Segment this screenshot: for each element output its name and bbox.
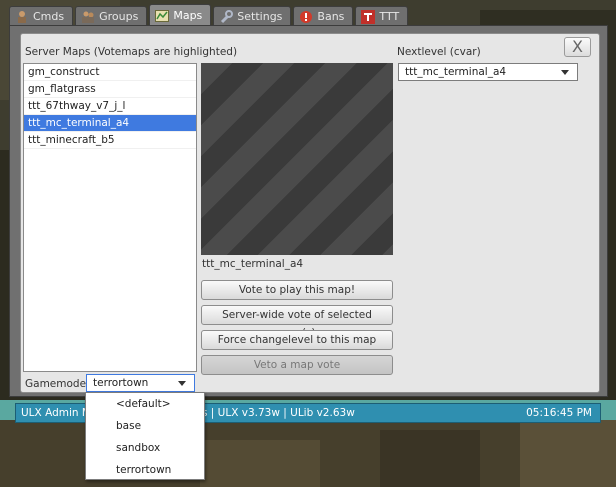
list-item[interactable]: ttt_minecraft_b5	[24, 132, 196, 149]
tab-strip: Cmds Groups Maps Settings Bans TTT	[9, 4, 409, 26]
admin-window: X Server Maps (Votemaps are highlighted)…	[9, 25, 608, 397]
ttt-logo-icon	[361, 9, 376, 24]
tab-label: TTT	[379, 10, 400, 23]
close-button[interactable]: X	[564, 37, 591, 57]
force-changelevel-button[interactable]: Force changelevel to this map	[201, 330, 393, 350]
tab-ttt[interactable]: TTT	[355, 6, 409, 26]
list-item[interactable]: gm_flatgrass	[24, 81, 196, 98]
gamemode-select[interactable]: terrortown	[86, 374, 195, 392]
veto-button[interactable]: Veto a map vote	[201, 355, 393, 375]
tab-settings[interactable]: Settings	[213, 6, 292, 26]
status-clock: 05:16:45 PM	[526, 407, 592, 419]
gamemode-label: Gamemode:	[25, 378, 90, 390]
tab-maps[interactable]: Maps	[149, 4, 212, 26]
gamemode-value: terrortown	[93, 377, 149, 389]
tab-label: Settings	[237, 10, 283, 23]
maps-panel: X Server Maps (Votemaps are highlighted)…	[20, 33, 600, 393]
tab-groups[interactable]: Groups	[75, 6, 148, 26]
map-icon	[155, 9, 170, 23]
map-list-title: Server Maps (Votemaps are highlighted)	[25, 46, 238, 58]
list-item-selected[interactable]: ttt_mc_terminal_a4	[24, 115, 196, 132]
tab-label: Cmds	[33, 10, 65, 23]
server-vote-button[interactable]: Server-wide vote of selected map(s)	[201, 305, 393, 339]
tab-label: Bans	[317, 10, 345, 23]
menu-item-default[interactable]: <default>	[86, 393, 204, 415]
person-icon	[15, 10, 29, 24]
nextlevel-value: ttt_mc_terminal_a4	[405, 66, 507, 78]
list-item[interactable]: gm_construct	[24, 64, 196, 81]
vote-button[interactable]: Vote to play this map!	[201, 280, 393, 300]
gamemode-dropdown-menu: <default> base sandbox terrortown	[85, 392, 205, 480]
menu-item-base[interactable]: base	[86, 415, 204, 437]
tab-cmds[interactable]: Cmds	[9, 6, 74, 26]
map-preview-caption: ttt_mc_terminal_a4	[202, 258, 304, 270]
menu-item-sandbox[interactable]: sandbox	[86, 437, 204, 459]
chevron-down-icon	[178, 381, 186, 386]
tab-label: Maps	[173, 9, 203, 22]
chevron-down-icon	[561, 70, 569, 75]
tab-bans[interactable]: Bans	[293, 6, 354, 26]
ban-icon	[299, 10, 313, 24]
nextlevel-select[interactable]: ttt_mc_terminal_a4	[398, 63, 578, 81]
tab-label: Groups	[99, 10, 139, 23]
nextlevel-label: Nextlevel (cvar)	[397, 46, 481, 58]
list-item[interactable]: ttt_67thway_v7_j_l	[24, 98, 196, 115]
wrench-icon	[219, 9, 234, 24]
people-icon	[81, 10, 95, 24]
map-list[interactable]: gm_construct gm_flatgrass ttt_67thway_v7…	[23, 63, 197, 372]
status-version-text: s | ULX v3.73w | ULib v2.63w	[202, 407, 355, 419]
map-preview-image	[201, 63, 393, 255]
menu-item-terrortown[interactable]: terrortown	[86, 459, 204, 481]
